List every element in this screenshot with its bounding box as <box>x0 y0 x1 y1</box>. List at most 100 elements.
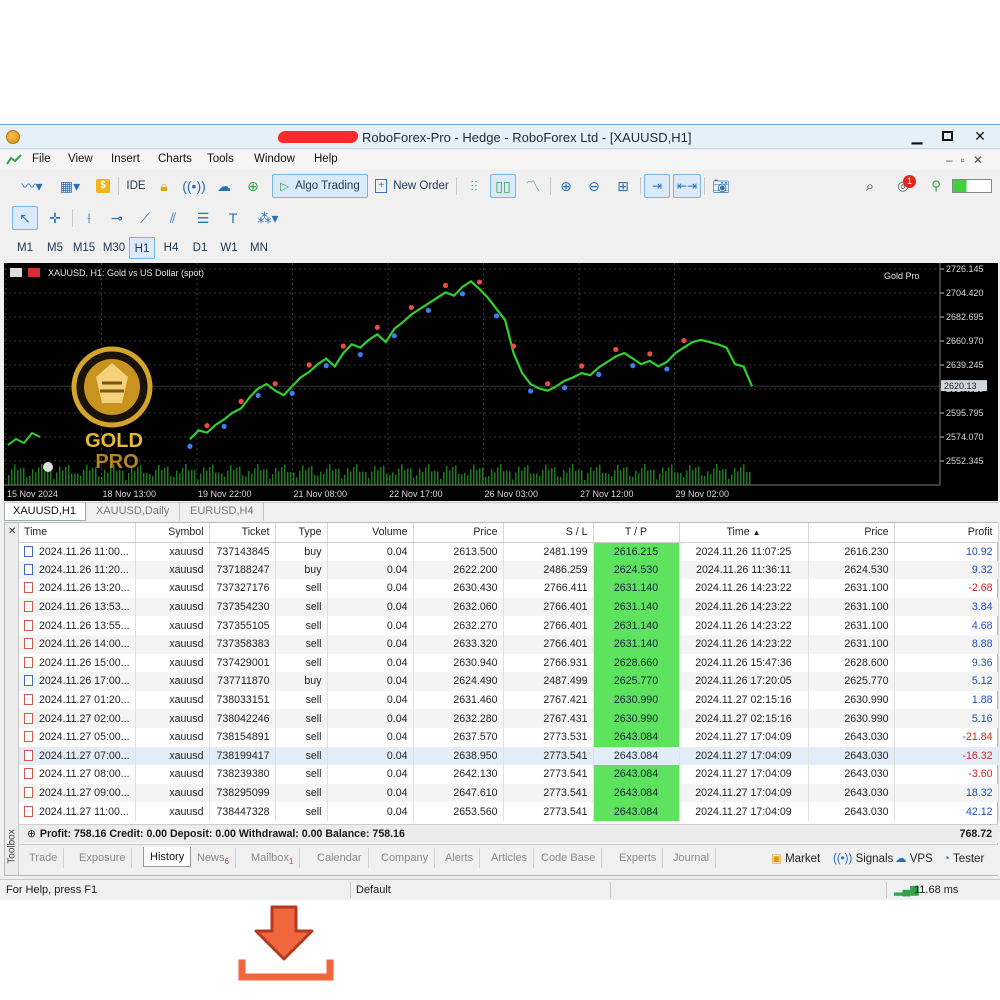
table-row[interactable]: 2024.11.26 13:20... xauusd 737327176 sell 0.… <box>19 579 999 598</box>
header-profit[interactable]: Profit <box>894 523 999 543</box>
menu-window[interactable]: Window <box>254 153 295 165</box>
table-row[interactable]: 2024.11.27 08:00... xauusd 738239380 sell 0.… <box>19 765 999 784</box>
chart-tab-eurusd-h4[interactable]: EURUSD,H4 <box>182 503 264 521</box>
table-row[interactable]: 2024.11.26 17:00... xauusd 737711870 buy 0.0… <box>19 672 999 691</box>
trendline-tool[interactable]: ⟋ <box>132 206 158 230</box>
chart-tab-xauusd-daily[interactable]: XAUUSD,Daily <box>88 503 180 521</box>
search-button[interactable]: ⌕ <box>858 174 882 198</box>
tab-history[interactable]: History <box>143 847 192 867</box>
header-sl[interactable]: S / L <box>503 523 594 543</box>
table-row[interactable]: 2024.11.27 01:20... xauusd 738033151 sell 0.… <box>19 690 999 710</box>
header-ticket[interactable]: Ticket <box>209 523 276 543</box>
menu-insert[interactable]: Insert <box>111 153 140 165</box>
timeframe-h1[interactable]: H1 <box>129 237 155 259</box>
header-close-price[interactable]: Price <box>808 523 895 543</box>
bar-chart-button[interactable]: ⫶⫶ <box>462 174 486 198</box>
timeframe-m5[interactable]: M5 <box>42 237 68 259</box>
signals-link[interactable]: ((•)) Signals <box>833 850 893 868</box>
tab-code-base[interactable]: Code Base <box>535 848 603 868</box>
signals-button[interactable]: ((•)) <box>182 174 206 198</box>
timeframe-m30[interactable]: M30 <box>100 237 128 259</box>
zoom-out-button[interactable]: ⊖ <box>582 174 606 198</box>
table-row[interactable]: 2024.11.27 07:00... xauusd 738199417 sell 0.… <box>19 746 999 766</box>
table-row[interactable]: 2024.11.26 13:53... xauusd 737354230 sell 0.… <box>19 597 999 617</box>
chart-shift-button[interactable]: ⇤⇥ <box>673 174 701 198</box>
summary-expand-icon[interactable]: ⊕ <box>27 828 36 840</box>
menu-tools[interactable]: Tools <box>207 153 234 165</box>
title-bar[interactable]: RoboForex-Pro - Hedge - RoboForex Ltd - … <box>0 125 1000 149</box>
tab-alerts[interactable]: Alerts <box>439 848 481 868</box>
child-window-controls[interactable]: ‒▫✕ <box>946 153 991 167</box>
minimize-button[interactable]: ▁ <box>902 125 932 147</box>
text-tool[interactable]: T <box>220 206 246 230</box>
new-order-button[interactable]: + New Order <box>372 174 452 198</box>
tile-windows-button[interactable]: ⊞ <box>610 174 636 198</box>
menu-help[interactable]: Help <box>314 153 338 165</box>
vps-button[interactable]: ☁ <box>212 174 236 198</box>
menu-view[interactable]: View <box>68 153 93 165</box>
timeframe-h4[interactable]: H4 <box>158 237 184 259</box>
toolbox-close-button[interactable]: ✕ <box>8 526 16 537</box>
lock-button[interactable]: 🔒︎ <box>152 174 176 198</box>
channel-tool[interactable]: ⫽ <box>160 206 186 230</box>
ide-button[interactable]: IDE <box>122 174 150 198</box>
timeframe-m1[interactable]: M1 <box>12 237 38 259</box>
tab-experts[interactable]: Experts <box>613 848 664 868</box>
table-row[interactable]: 2024.11.26 11:00... xauusd 737143845 buy 0.0… <box>19 542 999 561</box>
table-row[interactable]: 2024.11.26 14:00... xauusd 737358383 sell 0.… <box>19 634 999 654</box>
tester-link[interactable]: ◔ Tester <box>943 850 984 868</box>
header-tp[interactable]: T / P <box>593 523 680 543</box>
chart-type-button[interactable]: 〰▾ <box>14 174 50 198</box>
status-ping[interactable]: 11.68 ms <box>914 880 958 900</box>
header-type[interactable]: Type <box>275 523 328 543</box>
market-add-button[interactable]: ⊕ <box>240 174 266 198</box>
tab-company[interactable]: Company <box>375 848 436 868</box>
timeframe-m15[interactable]: M15 <box>70 237 98 259</box>
status-profile[interactable]: Default <box>356 880 391 900</box>
menu-charts[interactable]: Charts <box>158 153 192 165</box>
connection-signal[interactable]: ⚲ <box>926 174 946 198</box>
maximize-button[interactable] <box>932 125 962 147</box>
timeframe-d1[interactable]: D1 <box>187 237 213 259</box>
chart-tab-xauusd-h1[interactable]: XAUUSD,H1 <box>4 503 86 521</box>
tab-calendar[interactable]: Calendar <box>311 848 369 868</box>
tab-news[interactable]: News6 <box>191 848 236 868</box>
header-open-price[interactable]: Price <box>413 523 504 543</box>
tab-articles[interactable]: Articles <box>485 848 535 868</box>
header-close-time[interactable]: Time ▲ <box>679 523 809 543</box>
download-icon[interactable] <box>238 905 334 983</box>
shapes-tool[interactable]: ⁂▾ <box>250 206 286 230</box>
table-row[interactable]: 2024.11.27 09:00... xauusd 738295099 sell 0.… <box>19 783 999 803</box>
table-row[interactable]: 2024.11.27 11:00... xauusd 738447328 sell 0.… <box>19 802 999 821</box>
auto-scroll-button[interactable]: ⇥ <box>644 174 670 198</box>
zoom-in-button[interactable]: ⊕ <box>554 174 578 198</box>
header-open-time[interactable]: Time <box>19 523 136 543</box>
table-row[interactable]: 2024.11.26 11:20... xauusd 737188247 buy 0.0… <box>19 560 999 580</box>
table-row[interactable]: 2024.11.26 15:00... xauusd 737429001 sell 0.… <box>19 653 999 673</box>
horizontal-line-tool[interactable]: ⊸ <box>104 206 130 230</box>
vertical-line-tool[interactable]: ⟊ <box>76 206 102 230</box>
header-volume[interactable]: Volume <box>327 523 414 543</box>
tab-exposure[interactable]: Exposure <box>73 848 133 868</box>
timeframe-mn[interactable]: MN <box>245 237 273 259</box>
table-row[interactable]: 2024.11.27 05:00... xauusd 738154891 sell 0.… <box>19 727 999 747</box>
app-menu-icon[interactable] <box>6 154 22 166</box>
market-link[interactable]: ▣ Market <box>771 850 820 868</box>
screenshot-button[interactable]: 📷︎ <box>708 174 734 198</box>
crosshair-tool[interactable]: ✛ <box>42 206 68 230</box>
notifications-button[interactable]: ◎ 1 <box>888 174 918 198</box>
templates-button[interactable]: ▦▾ <box>52 174 88 198</box>
vps-link[interactable]: ☁ VPS <box>895 850 933 868</box>
candlestick-button[interactable]: ▯▯ <box>490 174 516 198</box>
line-chart-button[interactable]: 〽 <box>520 174 546 198</box>
tab-mailbox[interactable]: Mailbox1 <box>245 848 301 868</box>
header-symbol[interactable]: Symbol <box>135 523 210 543</box>
fibonacci-tool[interactable]: ☰ <box>190 206 216 230</box>
table-row[interactable]: 2024.11.26 13:55... xauusd 737355105 sell 0.… <box>19 616 999 635</box>
market-button[interactable]: $ <box>92 174 114 198</box>
price-chart[interactable]: 2726.145 2704.420 2682.695 2660.970 2639.245… <box>4 263 998 501</box>
chart-canvas[interactable]: 2726.145 2704.420 2682.695 2660.970 2639.245… <box>4 263 998 501</box>
cursor-tool[interactable]: ↖ <box>12 206 38 230</box>
menu-file[interactable]: File <box>32 153 51 165</box>
tab-trade[interactable]: Trade <box>23 848 65 868</box>
